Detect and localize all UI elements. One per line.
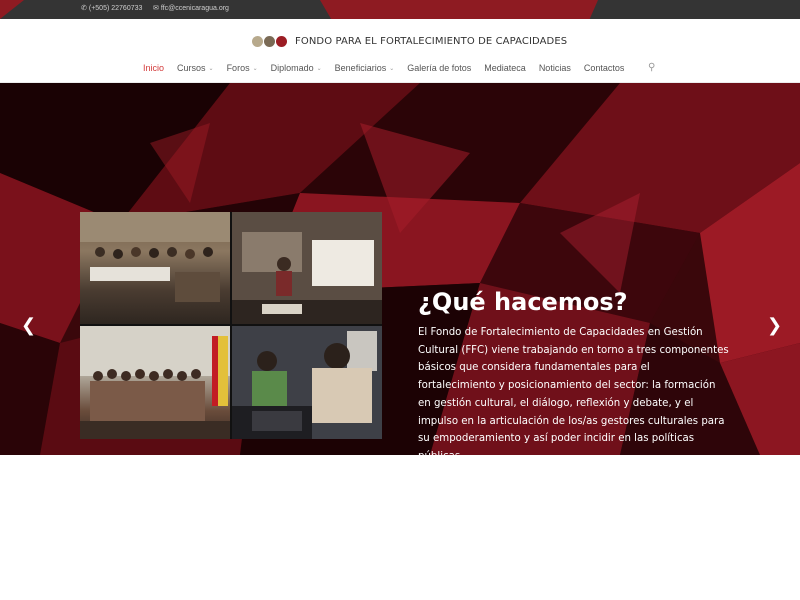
site-logo-link[interactable]: FONDO PARA EL FORTALECIMIENTO DE CAPACID… [252, 36, 567, 47]
slider-next-button[interactable]: ❯ [767, 315, 782, 336]
nav-label: Noticias [538, 63, 571, 73]
nav-item-contactos[interactable]: Contactos [584, 63, 625, 73]
nav-item-galeria[interactable]: Galería de fotos [407, 63, 471, 73]
top-bar: ✆ (+505) 22760733 ✉ ffc@ccenicaragua.org [0, 0, 800, 19]
chevron-left-icon: ❮ [21, 315, 37, 336]
phone-contact[interactable]: ✆ (+505) 22760733 [81, 4, 143, 13]
nav-item-inicio[interactable]: Inicio [143, 63, 164, 73]
nav-item-mediateca[interactable]: Mediateca [484, 63, 526, 73]
phone-number: (+505) 22760733 [88, 4, 143, 12]
envelope-icon: ✉ [153, 5, 159, 12]
chevron-right-icon: ❯ [767, 315, 783, 336]
nav-item-cursos[interactable]: Cursos ⌄ [177, 63, 214, 73]
site-name: FONDO PARA EL FORTALECIMIENTO DE CAPACID… [295, 36, 568, 47]
ffc-logo-icon [252, 36, 287, 47]
nav-label: Beneficiarios [334, 63, 387, 73]
nav-label: Diplomado [270, 63, 314, 73]
computer-lab-photo [232, 326, 382, 439]
nav-label: Contactos [583, 63, 625, 73]
nav-item-noticias[interactable]: Noticias [539, 63, 571, 73]
chevron-down-icon: ⌄ [389, 65, 395, 72]
nav-item-diplomado[interactable]: Diplomado ⌄ [271, 63, 322, 73]
nav-label: Galería de fotos [407, 63, 472, 73]
nav-label: Cursos [177, 63, 206, 73]
top-bar-decoration [0, 0, 24, 19]
nav-item-beneficiarios[interactable]: Beneficiarios ⌄ [335, 63, 395, 73]
top-bar-accent [320, 0, 598, 19]
search-icon[interactable]: ⚲ [648, 62, 655, 73]
phone-icon: ✆ [81, 5, 87, 12]
site-header: FONDO PARA EL FORTALECIMIENTO DE CAPACID… [0, 19, 800, 83]
nav-label: Foros [226, 63, 250, 73]
nav-label: Mediateca [484, 63, 526, 73]
hero-description: El Fondo de Fortalecimiento de Capacidad… [418, 327, 729, 455]
email-contact[interactable]: ✉ ffc@ccenicaragua.org [153, 4, 229, 13]
hero-photo-collage [80, 212, 382, 439]
chevron-down-icon: ⌄ [252, 65, 258, 72]
group-photo [80, 326, 230, 439]
email-address: ffc@ccenicaragua.org [160, 4, 229, 12]
nav-label: Inicio [143, 63, 165, 73]
main-nav: Inicio Cursos ⌄ Foros ⌄ Diplomado ⌄ Bene… [143, 62, 655, 73]
hero-title: ¿Qué hacemos? [418, 288, 628, 316]
slider-prev-button[interactable]: ❮ [21, 315, 36, 336]
classroom-photo [80, 212, 230, 324]
presentation-photo [232, 212, 382, 324]
chevron-down-icon: ⌄ [316, 65, 322, 72]
nav-item-foros[interactable]: Foros ⌄ [227, 63, 258, 73]
chevron-down-icon: ⌄ [208, 65, 214, 72]
